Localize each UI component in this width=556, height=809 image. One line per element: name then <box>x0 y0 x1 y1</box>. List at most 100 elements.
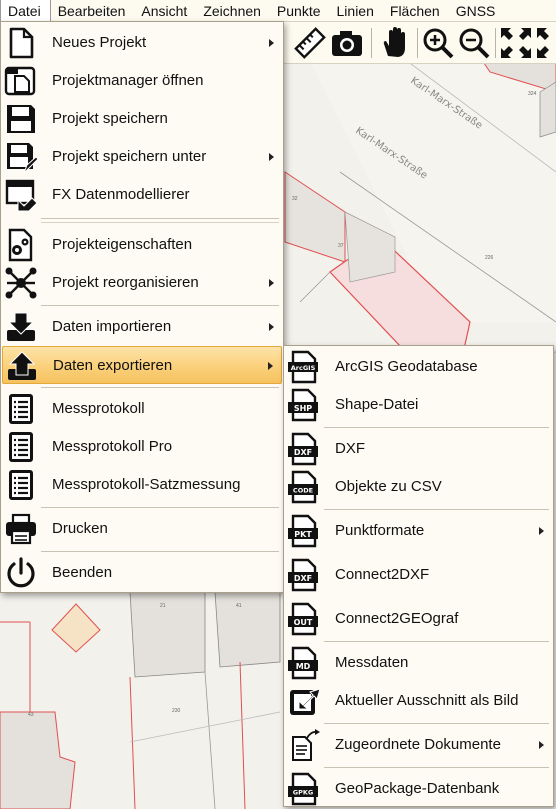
save-as-icon <box>7 143 38 174</box>
menu-item-label: Messprotokoll <box>52 400 145 417</box>
export-item-current-view-image[interactable]: Aktueller Ausschnitt als Bild <box>285 682 552 720</box>
submenu-arrow-icon <box>269 153 274 161</box>
dxf-file-icon: DXF <box>288 432 318 466</box>
menu-ansicht[interactable]: Ansicht <box>134 0 196 22</box>
menu-item-data-modeler[interactable]: FX Datenmodellierer <box>2 176 282 214</box>
pkt-file-icon: PKT <box>288 514 318 548</box>
svg-text:ArcGIS: ArcGIS <box>291 364 316 372</box>
menu-item-protocol-set[interactable]: Messprotokoll-Satzmessung <box>2 466 282 504</box>
menu-item-exit[interactable]: Beenden <box>2 554 282 592</box>
menu-item-save-as[interactable]: Projekt speichern unter <box>2 138 282 176</box>
new-file-icon <box>9 27 34 59</box>
svg-text:SHP: SHP <box>294 404 312 413</box>
submenu-arrow-icon <box>539 527 544 535</box>
menu-linien[interactable]: Linien <box>330 0 383 22</box>
export-item-linked-documents[interactable]: Zugeordnete Dokumente <box>285 726 552 764</box>
menu-zeichnen[interactable]: Zeichnen <box>196 0 270 22</box>
toolbar <box>283 22 556 64</box>
export-image-icon <box>290 688 321 715</box>
menu-separator <box>41 222 279 223</box>
power-icon <box>7 557 35 588</box>
menu-bar: Datei Bearbeiten Ansicht Zeichnen Punkte… <box>0 0 556 22</box>
project-settings-icon <box>8 228 33 262</box>
parcel-number: 21 <box>160 603 166 609</box>
menu-item-label: GeoPackage-Datenbank <box>335 780 500 797</box>
menu-gnss[interactable]: GNSS <box>449 0 505 22</box>
protocol-icon <box>9 394 33 424</box>
toolbar-separator <box>495 28 496 58</box>
arcgis-icon: ArcGIS <box>288 350 318 384</box>
svg-text:DXF: DXF <box>294 574 312 583</box>
gpkg-file-icon: GPKG <box>288 772 318 806</box>
menu-item-label: Messprotokoll Pro <box>52 438 173 455</box>
export-item-connect2geograf[interactable]: OUT Connect2GEOgraf <box>285 600 552 638</box>
pan-hand-icon[interactable] <box>378 26 412 60</box>
menu-item-label: Messdaten <box>335 654 409 671</box>
parcel-number: 43 <box>28 712 34 718</box>
menu-item-protocol-pro[interactable]: Messprotokoll Pro <box>2 428 282 466</box>
menu-item-label: Connect2DXF <box>335 566 430 583</box>
data-modeler-icon <box>5 179 38 212</box>
menu-datei[interactable]: Datei <box>0 0 51 22</box>
menu-separator <box>41 387 279 388</box>
menu-item-label: Beenden <box>52 564 113 581</box>
parcel-number: 226 <box>485 255 494 261</box>
connect-dxf-icon: DXF <box>288 558 318 592</box>
zoom-out-icon[interactable] <box>457 26 491 60</box>
toolbar-separator <box>371 28 372 58</box>
menu-item-print[interactable]: Drucken <box>2 510 282 548</box>
menu-item-label: Projekt speichern unter <box>52 148 207 165</box>
export-submenu: ArcGIS ArcGIS Geodatabase SHP Shape-Date… <box>283 345 554 807</box>
zoom-all-icon[interactable] <box>535 26 556 60</box>
menu-separator <box>41 507 279 508</box>
menu-separator <box>41 551 279 552</box>
menu-item-label: Shape-Datei <box>335 396 419 413</box>
menu-item-export-data[interactable]: Daten exportieren <box>2 346 282 384</box>
menu-item-save[interactable]: Projekt speichern <box>2 100 282 138</box>
parcel-number: 324 <box>528 91 537 97</box>
parcel-number: 37 <box>338 243 344 249</box>
menu-separator <box>41 305 279 306</box>
export-item-geopackage[interactable]: GPKG GeoPackage-Datenbank <box>285 770 552 808</box>
menu-item-label: Neues Projekt <box>52 34 147 51</box>
menu-item-label: DXF <box>335 440 365 457</box>
export-icon <box>8 351 36 380</box>
camera-icon[interactable] <box>330 26 364 60</box>
svg-text:GPKG: GPKG <box>293 789 313 797</box>
export-item-arcgis[interactable]: ArcGIS ArcGIS Geodatabase <box>285 348 552 386</box>
zoom-in-icon[interactable] <box>421 26 455 60</box>
menu-separator <box>324 641 549 642</box>
ruler-icon[interactable] <box>293 26 327 60</box>
menu-flaechen[interactable]: Flächen <box>383 0 449 22</box>
export-item-connect2dxf[interactable]: DXF Connect2DXF <box>285 556 552 594</box>
menu-bearbeiten[interactable]: Bearbeiten <box>51 0 135 22</box>
svg-text:DXF: DXF <box>294 448 312 457</box>
menu-item-label: Objekte zu CSV <box>335 478 442 495</box>
export-item-shapefile[interactable]: SHP Shape-Datei <box>285 386 552 424</box>
svg-text:MD: MD <box>296 662 311 671</box>
menu-item-protocol[interactable]: Messprotokoll <box>2 390 282 428</box>
submenu-arrow-icon <box>269 279 274 287</box>
parcel-number: 230 <box>172 708 181 714</box>
linked-documents-icon <box>292 729 320 761</box>
export-item-csv[interactable]: CODE Objekte zu CSV <box>285 468 552 506</box>
menu-punkte[interactable]: Punkte <box>270 0 330 22</box>
menu-item-new-project[interactable]: Neues Projekt <box>2 24 282 62</box>
printer-icon <box>6 513 36 545</box>
menu-item-project-settings[interactable]: Projekteigenschaften <box>2 226 282 264</box>
menu-separator <box>324 723 549 724</box>
export-item-point-formats[interactable]: PKT Punktformate <box>285 512 552 550</box>
export-item-measurement-data[interactable]: MD Messdaten <box>285 644 552 682</box>
menu-item-label: Daten importieren <box>52 318 172 335</box>
project-manager-icon <box>4 66 36 96</box>
export-item-dxf[interactable]: DXF DXF <box>285 430 552 468</box>
menu-item-reorganize[interactable]: Projekt reorganisieren <box>2 264 282 302</box>
zoom-extent-icon[interactable] <box>499 26 533 60</box>
svg-text:OUT: OUT <box>294 618 313 627</box>
shp-file-icon: SHP <box>288 388 318 422</box>
parcel-number: 41 <box>236 603 242 609</box>
menu-item-project-manager[interactable]: Projektmanager öffnen <box>2 62 282 100</box>
svg-text:PKT: PKT <box>294 530 312 539</box>
md-file-icon: MD <box>288 646 318 680</box>
menu-item-import-data[interactable]: Daten importieren <box>2 308 282 346</box>
